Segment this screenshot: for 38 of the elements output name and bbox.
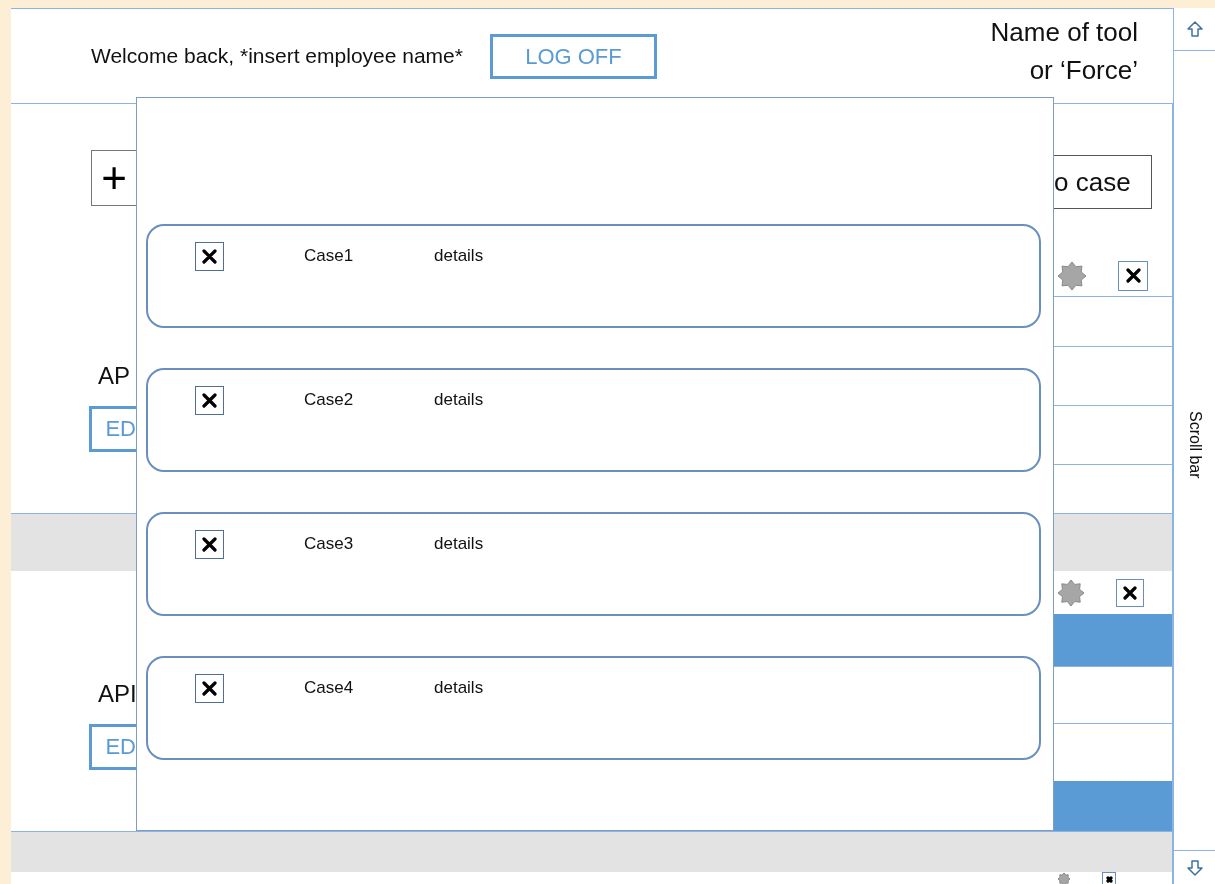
scrollbar-label: Scroll bar	[1185, 411, 1205, 481]
close-button[interactable]	[195, 386, 224, 415]
record-label: API	[98, 678, 137, 709]
close-icon	[202, 393, 217, 408]
close-icon	[1125, 268, 1141, 283]
welcome-text: Welcome back, *insert employee name*	[91, 43, 463, 70]
close-button[interactable]	[1102, 872, 1116, 884]
close-icon	[202, 681, 217, 696]
close-icon	[1105, 875, 1113, 883]
up-arrow-icon	[1185, 20, 1204, 38]
case-details: details	[434, 389, 484, 411]
case-card[interactable]: Case3 details	[146, 512, 1041, 616]
record-label: AP	[98, 360, 130, 391]
case-card[interactable]: Case4 details	[146, 656, 1041, 760]
add-button[interactable]: +	[91, 150, 136, 206]
case-card[interactable]: Case1 details	[146, 224, 1041, 328]
close-button[interactable]	[195, 674, 224, 703]
tool-name-title: Name of tool or ‘Force’	[990, 16, 1138, 87]
case-name: Case1	[304, 245, 355, 267]
star-icon	[1058, 261, 1086, 290]
close-button[interactable]	[1116, 578, 1144, 607]
case-card[interactable]: Case2 details	[146, 368, 1041, 472]
close-button[interactable]	[195, 242, 224, 271]
case-details: details	[434, 533, 484, 555]
down-arrow-icon	[1185, 858, 1204, 877]
close-button[interactable]	[195, 530, 224, 559]
close-icon	[202, 537, 217, 552]
star-icon	[1058, 873, 1070, 884]
star-icon	[1058, 579, 1084, 606]
close-icon	[202, 249, 217, 264]
close-icon	[1123, 585, 1137, 600]
case-details: details	[434, 677, 484, 699]
case-name: Case2	[304, 389, 355, 411]
case-button[interactable]: o case	[1054, 155, 1152, 209]
close-button[interactable]	[1118, 260, 1148, 291]
case-details: details	[434, 245, 484, 267]
case-name: Case3	[304, 533, 355, 555]
case-name: Case4	[304, 677, 355, 699]
